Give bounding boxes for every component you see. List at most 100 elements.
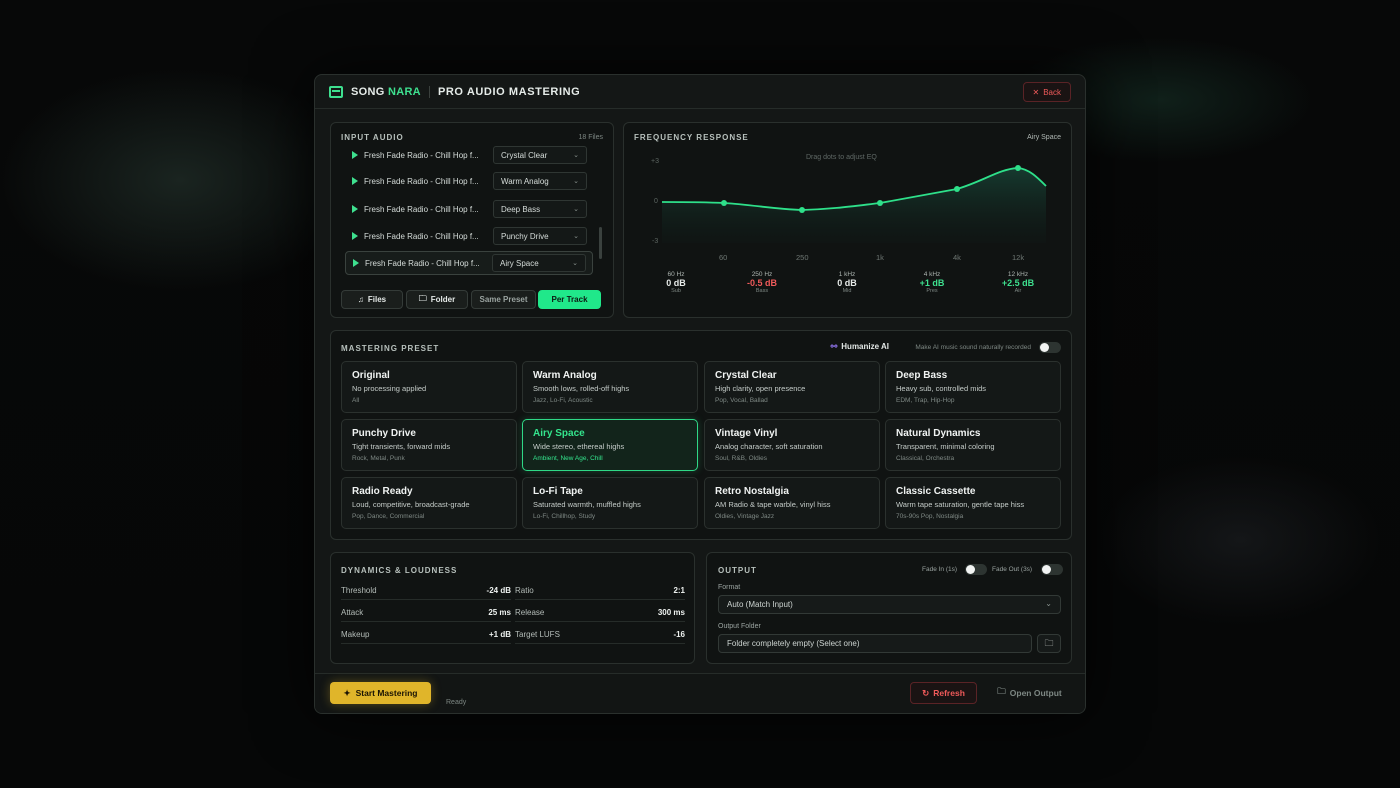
preset-card-natural-dynamics[interactable]: Natural Dynamics Transparent, minimal col…: [885, 419, 1061, 471]
preset-tags: Pop, Dance, Commercial: [352, 513, 425, 520]
preset-card-classic-cassette[interactable]: Classic Cassette Warm tape saturation, ge…: [885, 477, 1061, 529]
same-preset-button[interactable]: Same Preset: [471, 290, 536, 309]
eq-dot[interactable]: [954, 186, 960, 192]
play-icon[interactable]: [352, 205, 358, 213]
preset-card-airy-space[interactable]: Airy Space Wide stereo, ethereal highs Amb…: [522, 419, 698, 471]
music-note-icon: ♫: [357, 295, 364, 304]
preset-desc: Heavy sub, controlled mids: [896, 384, 987, 393]
open-output-label: Open Output: [1009, 688, 1062, 698]
preset-card-warm-analog[interactable]: Warm Analog Smooth lows, rolled-off highs…: [522, 361, 698, 413]
output-folder-field[interactable]: Folder completely empty (Select one): [718, 634, 1032, 653]
preset-card-punchy-drive[interactable]: Punchy Drive Tight transients, forward mi…: [341, 419, 517, 471]
x-tick: 60: [719, 253, 727, 262]
param-label: Ratio: [515, 586, 534, 595]
preset-card-lo-fi-tape[interactable]: Lo-Fi Tape Saturated warmth, muffled high…: [522, 477, 698, 529]
open-output-button[interactable]: 🗀 Open Output: [987, 682, 1072, 704]
file-count: 18 Files: [578, 134, 603, 141]
band-name: Mid: [842, 288, 852, 294]
preset-desc: Analog character, soft saturation: [715, 442, 823, 451]
preset-card-crystal-clear[interactable]: Crystal Clear High clarity, open presence…: [704, 361, 880, 413]
humanize-description: Make AI music sound naturally recorded: [915, 344, 1031, 351]
preset-card-retro-nostalgia[interactable]: Retro Nostalgia AM Radio & tape warble, v…: [704, 477, 880, 529]
format-label: Format: [718, 584, 741, 591]
preset-name: Airy Space: [533, 428, 585, 439]
track-list-scrollbar[interactable]: [599, 227, 602, 259]
preset-card-deep-bass[interactable]: Deep Bass Heavy sub, controlled mids EDM, …: [885, 361, 1061, 413]
play-icon[interactable]: [352, 151, 358, 159]
header-divider: [428, 85, 430, 98]
track-preset-select[interactable]: Warm Analog ⌄: [493, 172, 587, 190]
fade-in-label: Fade In (1s): [922, 566, 958, 573]
preset-desc: Wide stereo, ethereal highs: [533, 442, 625, 451]
eq-dot[interactable]: [721, 200, 727, 206]
dynamics-title: DYNAMICS & LOUDNESS: [341, 566, 458, 575]
start-mastering-button[interactable]: ✦ Start Mastering: [330, 682, 431, 704]
fade-out-label: Fade Out (3s): [992, 566, 1033, 573]
band-air: 12 kHz +2.5 dB Air: [988, 271, 1048, 294]
folder-button[interactable]: 🗀 Folder: [406, 290, 468, 309]
preset-name: Crystal Clear: [715, 370, 777, 381]
preset-tags: Pop, Vocal, Ballad: [715, 397, 768, 404]
play-icon[interactable]: [352, 177, 358, 185]
dialog-footer: ✦ Start Mastering Ready ↻ Refresh 🗀 Open Ou…: [315, 673, 1085, 713]
back-button[interactable]: ✕ Back: [1022, 82, 1071, 102]
track-row[interactable]: Fresh Fade Radio - Chill Hop f... Punchy …: [345, 224, 593, 248]
preset-tags: Oldies, Vintage Jazz: [715, 513, 775, 520]
fade-out-toggle[interactable]: [1041, 564, 1063, 575]
eq-dot[interactable]: [877, 200, 883, 206]
chevron-down-icon: ⌄: [573, 178, 579, 185]
track-row-selected[interactable]: Fresh Fade Radio - Chill Hop f... Airy Sp…: [345, 251, 593, 275]
chevron-down-icon: ⌄: [573, 206, 579, 213]
preset-card-original[interactable]: Original No processing applied All: [341, 361, 517, 413]
format-select[interactable]: Auto (Match Input) ⌄: [718, 595, 1061, 614]
track-row[interactable]: Fresh Fade Radio - Chill Hop f... Warm An…: [345, 169, 593, 193]
track-preset-select[interactable]: Airy Space ⌄: [492, 254, 586, 272]
mastering-dialog: SONG NARA PRO AUDIO MASTERING ✕ Back INPU…: [314, 74, 1086, 714]
track-name: Fresh Fade Radio - Chill Hop f...: [364, 176, 479, 186]
band-gain: 0 dB: [837, 278, 857, 288]
play-icon[interactable]: [353, 259, 359, 267]
param-release[interactable]: Release 300 ms: [515, 608, 685, 622]
param-attack[interactable]: Attack 25 ms: [341, 608, 511, 622]
dialog-header: SONG NARA PRO AUDIO MASTERING ✕ Back: [315, 75, 1085, 109]
track-preset-value: Airy Space: [500, 258, 539, 268]
track-row[interactable]: Fresh Fade Radio - Chill Hop f... Crystal…: [345, 143, 593, 167]
param-value: 2:1: [673, 586, 685, 595]
param-target-lufs[interactable]: Target LUFS -16: [515, 630, 685, 644]
fade-in-toggle[interactable]: [965, 564, 987, 575]
humanize-text: Humanize AI: [841, 342, 889, 351]
band-gain: 0 dB: [666, 278, 686, 288]
track-preset-select[interactable]: Crystal Clear ⌄: [493, 146, 587, 164]
param-threshold[interactable]: Threshold -24 dB: [341, 586, 511, 600]
play-icon[interactable]: [352, 232, 358, 240]
per-track-button[interactable]: Per Track: [538, 290, 601, 309]
humanize-toggle[interactable]: [1039, 342, 1061, 353]
track-preset-select[interactable]: Punchy Drive ⌄: [493, 227, 587, 245]
output-panel: OUTPUT Fade In (1s) Fade Out (3s) Format…: [706, 552, 1072, 664]
param-value: -24 dB: [486, 586, 511, 595]
folder-icon: 🗀: [997, 686, 1006, 696]
browse-folder-button[interactable]: 🗀: [1037, 634, 1061, 653]
input-audio-panel: INPUT AUDIO 18 Files Fresh Fade Radio - …: [330, 122, 614, 318]
eq-dot[interactable]: [799, 207, 805, 213]
files-button[interactable]: ♫ Files: [341, 290, 403, 309]
param-ratio[interactable]: Ratio 2:1: [515, 586, 685, 600]
param-makeup[interactable]: Makeup +1 dB: [341, 630, 511, 644]
refresh-button[interactable]: ↻ Refresh: [910, 682, 977, 704]
eq-curve-graph[interactable]: +3 0 -3 60 250 1k 4k 12k: [624, 123, 1073, 263]
preset-card-vintage-vinyl[interactable]: Vintage Vinyl Analog character, soft satu…: [704, 419, 880, 471]
param-label: Attack: [341, 608, 364, 617]
eq-dot[interactable]: [1015, 165, 1021, 171]
param-value: 300 ms: [657, 608, 685, 617]
band-gain: +2.5 dB: [1001, 278, 1035, 288]
preset-name: Classic Cassette: [896, 486, 976, 497]
preset-tags: Ambient, New Age, Chill: [533, 455, 603, 462]
track-row[interactable]: Fresh Fade Radio - Chill Hop f... Deep Ba…: [345, 197, 593, 221]
track-preset-value: Crystal Clear: [501, 150, 548, 160]
mastering-preset-panel: MASTERING PRESET ⚯ Humanize AI Make AI mu…: [330, 330, 1072, 540]
chevron-down-icon: ⌄: [573, 233, 579, 240]
track-preset-value: Deep Bass: [501, 204, 541, 214]
track-preset-select[interactable]: Deep Bass ⌄: [493, 200, 587, 218]
brand-part-b: NARA: [387, 85, 421, 98]
preset-card-radio-ready[interactable]: Radio Ready Loud, competitive, broadcast-…: [341, 477, 517, 529]
